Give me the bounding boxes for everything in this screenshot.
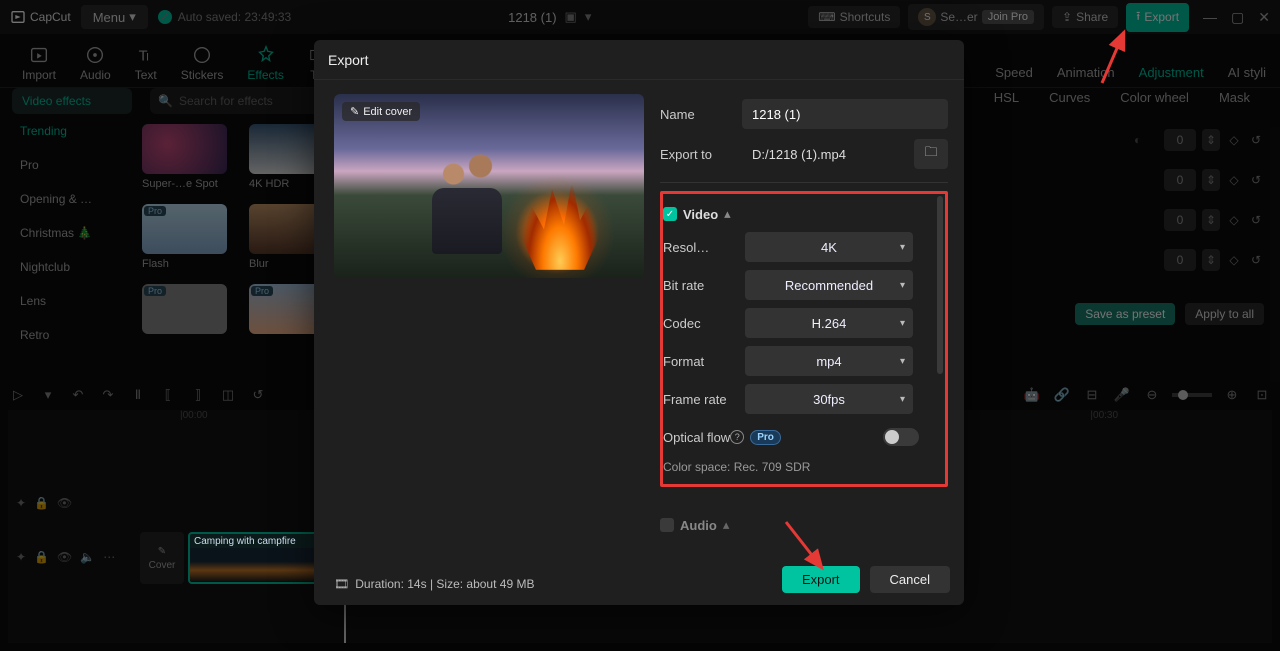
export-button[interactable]: Export <box>782 566 860 593</box>
chevron-down-icon: ▾ <box>900 242 905 253</box>
cancel-button[interactable]: Cancel <box>870 566 950 593</box>
chevron-up-icon: ▴ <box>724 206 731 222</box>
chevron-up-icon: ▴ <box>723 517 730 533</box>
bitrate-select[interactable]: Recommended▾ <box>745 270 913 300</box>
video-section-highlight: ✓ Video ▴ Resol… 4K▾ Bit rate Recommende… <box>660 191 948 487</box>
divider <box>660 182 948 183</box>
browse-folder-button[interactable]: 🗀 <box>914 139 948 169</box>
video-label: Video <box>683 207 718 222</box>
audio-label: Audio <box>680 518 717 533</box>
edit-cover-button[interactable]: ✎ Edit cover <box>342 102 420 121</box>
framerate-label: Frame rate <box>663 392 745 407</box>
chevron-down-icon: ▾ <box>900 318 905 329</box>
row-optical-flow: Optical flow ? Pro <box>663 418 939 456</box>
video-section-header[interactable]: ✓ Video ▴ <box>663 200 939 228</box>
export-cover-preview: ✎ Edit cover <box>334 94 644 278</box>
name-label: Name <box>660 107 742 122</box>
color-space-text: Color space: Rec. 709 SDR <box>663 456 939 478</box>
codec-select[interactable]: H.264▾ <box>745 308 913 338</box>
people-silhouette <box>422 154 512 254</box>
row-name: Name 1218 (1) <box>660 94 948 134</box>
exportto-path: D:/1218 (1).mp4 <box>742 139 908 169</box>
optical-flow-toggle[interactable] <box>883 428 919 446</box>
codec-label: Codec <box>663 316 745 331</box>
chevron-down-icon: ▾ <box>900 356 905 367</box>
audio-section-header[interactable]: Audio ▴ <box>660 511 948 539</box>
optical-flow-label: Optical flow <box>663 430 730 445</box>
export-modal: Export ✎ Edit cover Name 1218 (1) Export… <box>314 40 964 605</box>
resolution-select[interactable]: 4K▾ <box>745 232 913 262</box>
exportto-label: Export to <box>660 147 742 162</box>
chevron-down-icon: ▾ <box>900 280 905 291</box>
chevron-down-icon: ▾ <box>900 394 905 405</box>
format-select[interactable]: mp4▾ <box>745 346 913 376</box>
modal-title: Export <box>314 40 964 80</box>
pencil-icon: ✎ <box>350 105 359 118</box>
film-icon: 🎞 <box>334 577 349 591</box>
framerate-select[interactable]: 30fps▾ <box>745 384 913 414</box>
name-input[interactable]: 1218 (1) <box>742 99 948 129</box>
resolution-label: Resol… <box>663 240 745 255</box>
clip-title: Camping with campfire <box>194 536 296 547</box>
checkbox-unchecked-icon[interactable] <box>660 518 674 532</box>
export-duration: 🎞 Duration: 14s | Size: about 49 MB <box>334 577 534 591</box>
cover-column: ✎ Edit cover <box>334 94 644 539</box>
row-export-to: Export to D:/1218 (1).mp4 🗀 <box>660 134 948 174</box>
campfire-flames <box>520 180 600 270</box>
checkbox-checked-icon[interactable]: ✓ <box>663 207 677 221</box>
format-label: Format <box>663 354 745 369</box>
scrollbar-thumb[interactable] <box>937 196 943 374</box>
bitrate-label: Bit rate <box>663 278 745 293</box>
export-form: Name 1218 (1) Export to D:/1218 (1).mp4 … <box>660 94 960 539</box>
pro-chip: Pro <box>750 430 781 445</box>
folder-icon: 🗀 <box>924 143 937 165</box>
info-icon[interactable]: ? <box>730 430 744 444</box>
